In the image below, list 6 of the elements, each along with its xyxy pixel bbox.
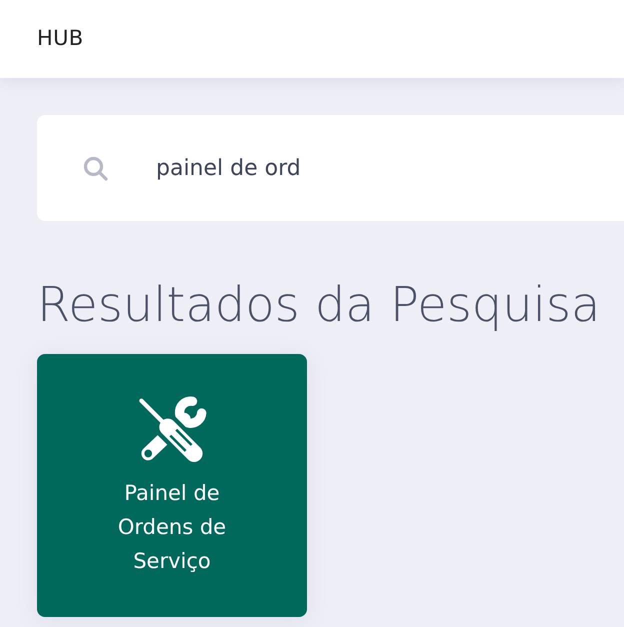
results-heading: Resultados da Pesquisa <box>37 278 602 334</box>
result-tile[interactable]: Painel de Ordens de Serviço <box>37 354 307 618</box>
search-input[interactable]: painel de ord <box>156 148 624 188</box>
app-title: HUB <box>37 25 84 52</box>
search-icon <box>83 156 108 180</box>
search-bar[interactable]: painel de ord <box>37 115 624 221</box>
